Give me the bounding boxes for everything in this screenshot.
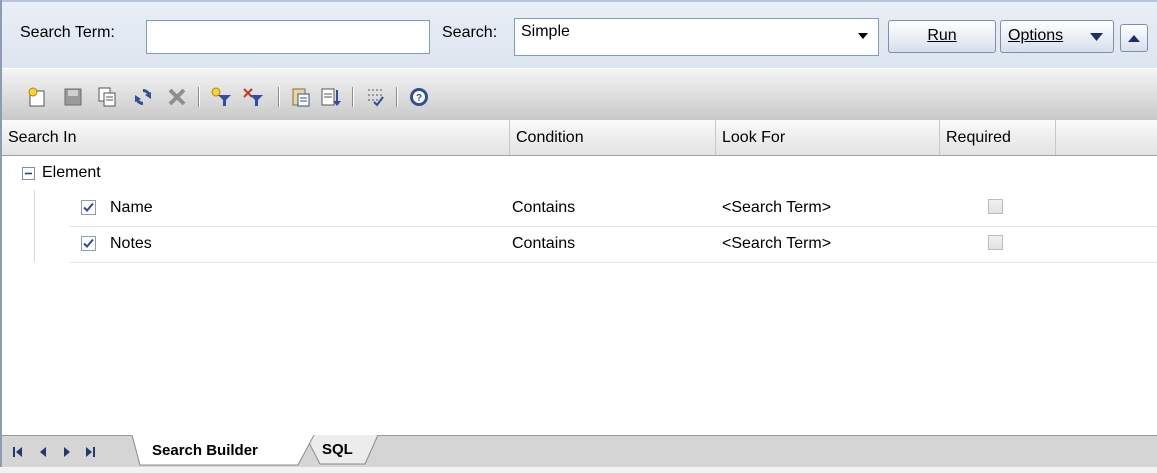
options-button[interactable]: Options — [1000, 20, 1114, 53]
column-look-for[interactable]: Look For — [716, 120, 940, 155]
prev-tab-icon[interactable] — [38, 442, 48, 462]
options-dropdown-icon — [1090, 33, 1103, 41]
bottom-strip — [0, 467, 1157, 473]
toolbar: ? — [2, 68, 1157, 120]
check-icon — [83, 238, 94, 248]
paste-icon[interactable] — [290, 86, 312, 108]
search-bar: Search Term: Search: Simple Run Options — [2, 0, 1157, 68]
row-condition[interactable]: Contains — [512, 235, 575, 253]
remove-filter-icon[interactable] — [242, 86, 264, 108]
row-checkbox[interactable] — [81, 200, 96, 215]
new-search-icon[interactable] — [26, 86, 48, 108]
row-look-for[interactable]: <Search Term> — [722, 235, 831, 253]
search-type-select[interactable]: Simple — [514, 18, 879, 56]
column-condition[interactable]: Condition — [510, 120, 716, 155]
search-term-input[interactable] — [146, 20, 430, 54]
search-type-label: Search: — [442, 24, 498, 41]
save-icon[interactable] — [62, 86, 84, 108]
run-button[interactable]: Run — [888, 20, 996, 53]
options-button-label: Options — [1008, 27, 1064, 44]
row-checkbox[interactable] — [81, 236, 96, 251]
tab-bar: Search Builder SQL — [2, 435, 1157, 467]
add-filter-icon[interactable] — [210, 86, 232, 108]
help-icon[interactable]: ? — [408, 86, 430, 108]
column-search-in[interactable]: Search In — [2, 120, 510, 155]
row-name: Notes — [110, 235, 152, 252]
tree-line — [34, 190, 35, 262]
search-term-label: Search Term: — [20, 24, 115, 41]
search-type-value: Simple — [521, 23, 570, 40]
row-required-checkbox[interactable] — [988, 235, 1003, 250]
row-required-checkbox[interactable] — [988, 199, 1003, 214]
export-icon[interactable] — [320, 86, 342, 108]
collapse-button[interactable] — [1120, 24, 1148, 52]
row-name: Name — [110, 199, 153, 216]
toolbar-separator — [396, 87, 398, 107]
tab-search-builder[interactable]: Search Builder — [152, 442, 258, 459]
toolbar-separator — [352, 87, 354, 107]
collapse-icon[interactable] — [22, 167, 35, 180]
chevron-down-icon — [858, 33, 868, 39]
run-button-label: Run — [927, 27, 957, 44]
column-header: Search In Condition Look For Required — [2, 120, 1157, 156]
column-required[interactable]: Required — [940, 120, 1056, 155]
delete-icon[interactable] — [166, 86, 188, 108]
refresh-icon[interactable] — [132, 86, 154, 108]
first-tab-icon[interactable] — [12, 442, 24, 462]
copy-icon[interactable] — [96, 86, 118, 108]
row-divider — [70, 262, 1157, 263]
tree-group-label: Element — [42, 164, 101, 181]
next-tab-icon[interactable] — [62, 442, 72, 462]
check-icon — [83, 202, 94, 212]
chevron-up-icon — [1128, 35, 1140, 42]
svg-text:?: ? — [416, 93, 422, 104]
row-look-for[interactable]: <Search Term> — [722, 199, 831, 217]
last-tab-icon[interactable] — [84, 442, 96, 462]
toolbar-separator — [278, 87, 280, 107]
row-divider — [70, 226, 1157, 227]
checklist-icon[interactable] — [364, 86, 386, 108]
toolbar-separator — [198, 87, 200, 107]
row-condition[interactable]: Contains — [512, 199, 575, 217]
tab-sql[interactable]: SQL — [322, 441, 353, 458]
